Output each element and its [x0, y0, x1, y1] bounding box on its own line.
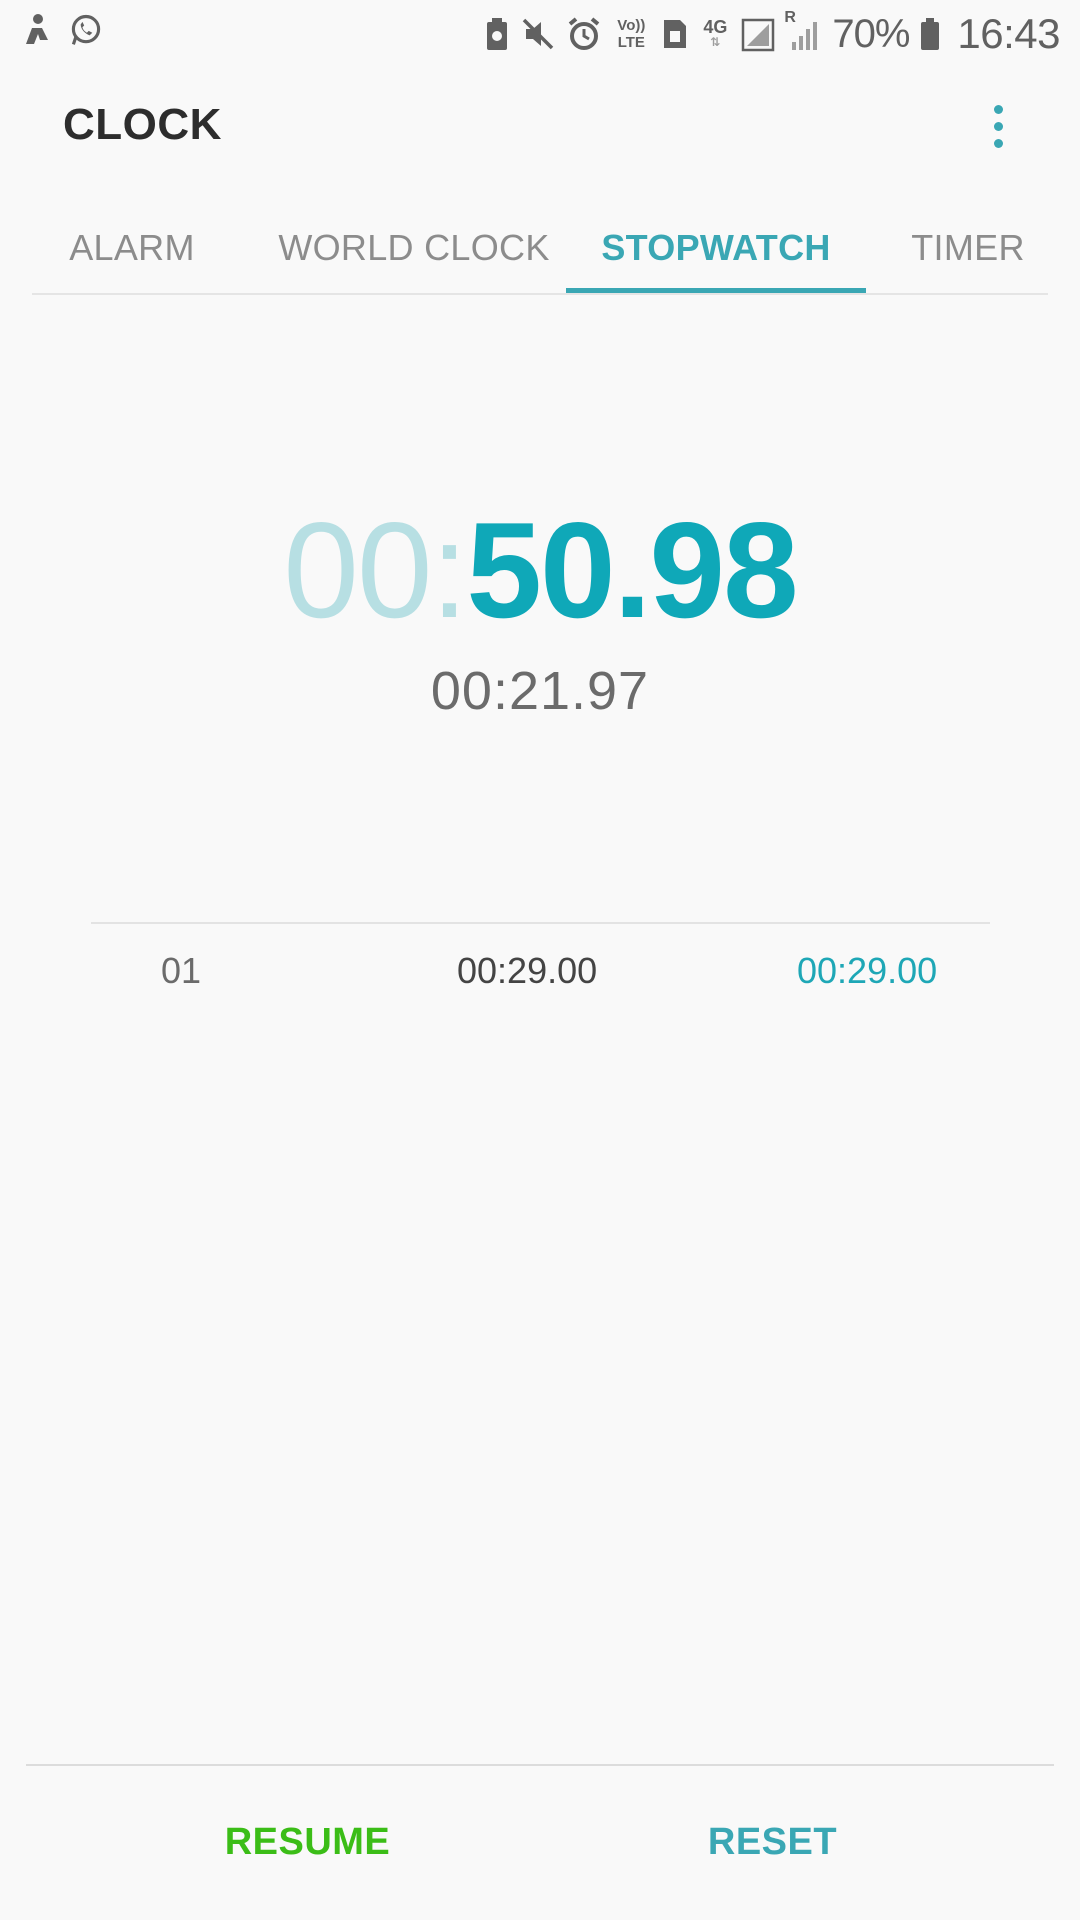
- status-bar-right: Vo)) LTE 4G ⇅ R 70% 16:43: [484, 6, 1060, 62]
- status-time: 16:43: [957, 10, 1060, 57]
- more-dot: [993, 138, 1003, 148]
- sim-icon: [660, 14, 690, 54]
- reset-button[interactable]: RESET: [615, 1800, 930, 1884]
- stopwatch-separator: :: [430, 494, 469, 646]
- whatsapp-icon: [68, 10, 104, 50]
- signal-icon: [740, 14, 776, 54]
- lap-split-time: 00:29.00: [457, 950, 598, 991]
- status-bar: Vo)) LTE 4G ⇅ R 70% 16:43: [0, 0, 1080, 66]
- battery-icon: [919, 14, 941, 54]
- status-bar-left: [18, 10, 104, 50]
- clock-app-screen: Vo)) LTE 4G ⇅ R 70% 16:43 CLOCK ALARM WO…: [0, 0, 1080, 1920]
- mute-icon: [520, 14, 556, 54]
- person-notification-icon: [18, 10, 54, 50]
- lap-row: 01 00:29.00 00:29.00: [91, 950, 990, 1000]
- more-vert-icon[interactable]: [978, 96, 1018, 156]
- battery-saver-icon: [484, 14, 510, 54]
- tab-world-clock[interactable]: WORLD CLOCK: [254, 205, 574, 291]
- bottom-divider: [26, 1764, 1054, 1766]
- network-type-text: 4G: [703, 17, 728, 37]
- laps-divider: [91, 922, 990, 924]
- more-dot: [993, 104, 1003, 114]
- volte-top-text: Vo)): [617, 17, 646, 34]
- lap-total-time: 00:29.00: [797, 950, 938, 991]
- tab-timer[interactable]: TIMER: [888, 205, 1048, 291]
- stopwatch-minutes: 00: [283, 494, 432, 646]
- app-title: CLOCK: [63, 100, 222, 149]
- tab-alarm[interactable]: ALARM: [32, 205, 232, 291]
- battery-percent: 70%: [832, 11, 910, 56]
- more-dot: [993, 121, 1003, 131]
- 4g-icon: 4G ⇅: [700, 14, 730, 54]
- current-lap-time: 00:21.97: [430, 661, 650, 721]
- volte-icon: Vo)) LTE: [612, 14, 650, 54]
- volte-bottom-text: LTE: [617, 34, 645, 51]
- stopwatch-elapsed-time: 00:50.98: [0, 495, 1080, 645]
- resume-button[interactable]: RESUME: [150, 1800, 465, 1884]
- roaming-signal-icon: R: [784, 10, 822, 54]
- roaming-letter-text: R: [784, 9, 796, 26]
- data-arrows-icon: ⇅: [710, 35, 721, 49]
- tab-bar: ALARM WORLD CLOCK STOPWATCH TIMER: [32, 205, 1048, 295]
- tab-stopwatch[interactable]: STOPWATCH: [566, 205, 866, 293]
- stopwatch-seconds: 50.98: [466, 494, 798, 646]
- lap-number: 01: [161, 950, 202, 991]
- alarm-icon: [566, 14, 602, 54]
